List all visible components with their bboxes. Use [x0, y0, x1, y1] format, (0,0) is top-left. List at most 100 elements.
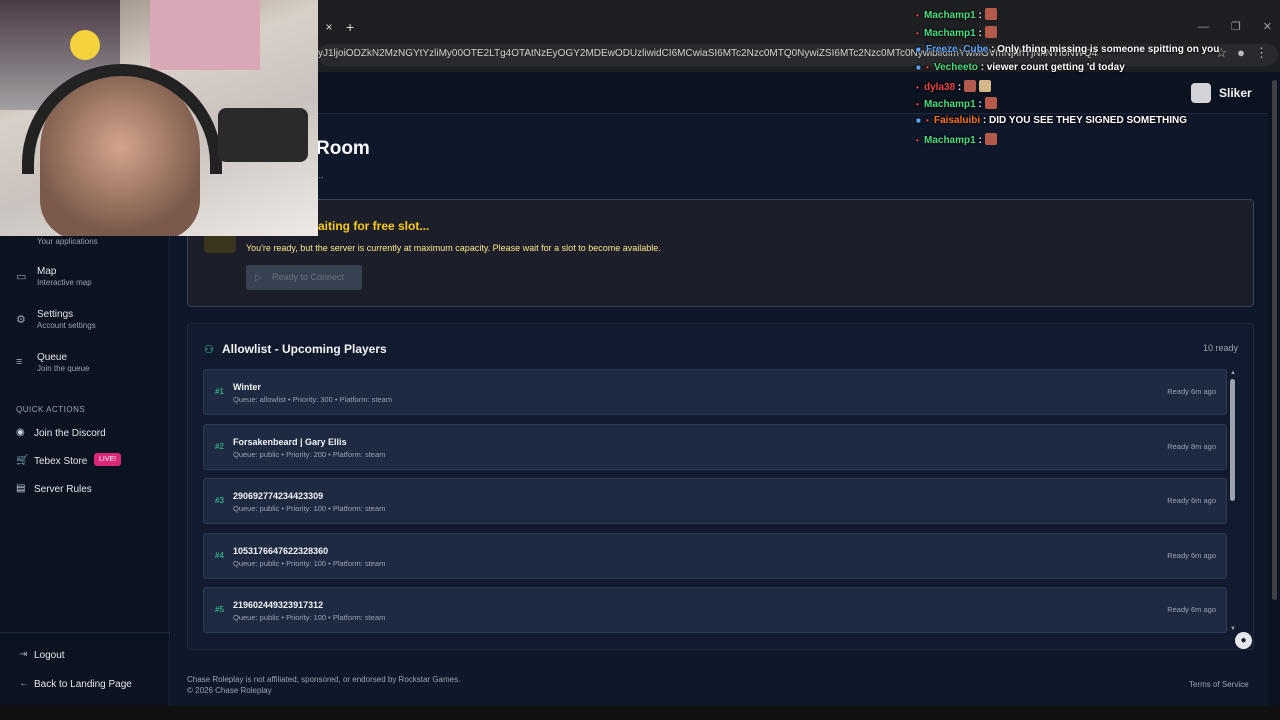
waiting-title: aiting for free slot... — [318, 219, 430, 233]
quick-action-server-rules[interactable]: ▤ Server Rules — [16, 483, 166, 499]
chat-text: : — [957, 82, 962, 93]
chat-dot-icon: • — [916, 83, 919, 92]
chat-dot-icon: • — [916, 100, 919, 109]
row-meta: Queue: public • Priority: 100 • Platform… — [233, 559, 386, 568]
scroll-up-icon[interactable]: ▲ — [1229, 370, 1237, 376]
menu-icon[interactable]: ⋮ — [1255, 45, 1268, 61]
row-rank: #2 — [215, 442, 224, 451]
chat-badge-icon: ■ — [916, 116, 921, 125]
chat-dot-icon: • — [926, 116, 929, 125]
row-player-name: 1053176647622328360 — [233, 546, 329, 556]
row-rank: #5 — [215, 605, 224, 614]
document-icon: ▤ — [16, 483, 26, 494]
emote-icon — [979, 80, 992, 92]
play-icon: ▷ — [255, 272, 262, 282]
quick-action-label: Server Rules — [34, 484, 92, 495]
chat-text: : — [978, 10, 982, 21]
sidebar-item-label: Queue — [37, 352, 68, 363]
sidebar-item-sub: Interactive map — [37, 278, 92, 287]
chat-text: : viewer count getting 'd today — [980, 62, 1125, 73]
ready-to-connect-button[interactable]: ▷ Ready to Connect — [246, 265, 362, 290]
row-meta: Queue: allowlist • Priority: 300 • Platf… — [233, 395, 393, 404]
table-row[interactable]: #3 290692774234423309 Queue: public • Pr… — [203, 478, 1227, 524]
table-row[interactable]: #5 219602449323917312 Queue: public • Pr… — [203, 587, 1227, 633]
row-player-name: 219602449323917312 — [233, 600, 324, 610]
quick-action-label: Tebex Store — [34, 456, 88, 467]
sidebar-item-queue[interactable]: ≡ Queue Join the queue — [16, 352, 166, 382]
maximize-icon[interactable]: ❐ — [1231, 14, 1241, 40]
logout-icon: ⇥ — [19, 649, 28, 660]
emote-icon — [984, 97, 997, 109]
back-to-landing-link[interactable]: ← Back to Landing Page — [19, 678, 169, 692]
chat-username: Machamp1 — [924, 135, 976, 146]
logout-label: Logout — [34, 650, 65, 661]
row-rank: #3 — [215, 496, 224, 505]
queue-scrollbar-thumb[interactable] — [1230, 379, 1235, 501]
logout-button[interactable]: ⇥ Logout — [19, 649, 169, 663]
chat-message: • dyla38 : — [916, 80, 992, 96]
quick-action-label: Join the Discord — [34, 428, 106, 439]
chat-text: : Only thing missing is someone spitting… — [991, 44, 1220, 55]
row-ready-time: Ready 6m ago — [1167, 387, 1216, 396]
cookie-icon: ● — [1240, 635, 1247, 646]
chat-username: Machamp1 — [924, 99, 976, 110]
chat-text: : DID YOU SEE THEY SIGNED SOMETHING — [982, 115, 1188, 126]
quick-action-tebex-store[interactable]: 🛒 Tebex Store LIVE! — [16, 453, 166, 471]
emote-icon — [964, 80, 977, 92]
page-scrollbar-thumb[interactable] — [1272, 80, 1277, 600]
quick-action-discord[interactable]: ◉ Join the Discord — [16, 427, 166, 443]
arrow-left-icon: ← — [19, 678, 29, 689]
table-row[interactable]: #1 Winter Queue: allowlist • Priority: 3… — [203, 369, 1227, 415]
sidebar-item-label: Settings — [37, 309, 74, 320]
sidebar-item-applications-sub[interactable]: Your applications — [37, 237, 98, 246]
row-ready-time: Ready 6m ago — [1167, 496, 1216, 505]
list-icon: ≡ — [16, 356, 23, 368]
quick-actions-heading: QUICK ACTIONS — [16, 405, 86, 414]
footer-disclaimer: Chase Roleplay is not affiliated, sponso… — [187, 675, 461, 684]
sidebar-item-sub: Account settings — [37, 321, 96, 330]
row-rank: #1 — [215, 387, 224, 396]
chat-text: : — [978, 99, 982, 110]
sidebar-item-label: Map — [37, 266, 57, 277]
close-window-icon[interactable]: ✕ — [1263, 14, 1272, 40]
back-to-landing-label: Back to Landing Page — [34, 679, 132, 690]
terms-of-service-link[interactable]: Terms of Service — [1189, 680, 1249, 689]
tab-close-button[interactable]: × — [318, 14, 340, 40]
chat-username: Freeze_Cube — [926, 44, 989, 55]
discord-icon: ◉ — [16, 427, 25, 438]
webcam-overlay — [0, 0, 318, 236]
page-title: Room — [316, 138, 370, 159]
profile-icon[interactable]: ● — [1237, 45, 1245, 61]
chat-username: dyla38 — [924, 82, 956, 93]
chat-username: Faisaluibi — [934, 115, 981, 126]
waiting-card — [187, 199, 1254, 307]
chat-message: ■ Freeze_Cube : Only thing missing is som… — [916, 44, 1219, 60]
bottom-strip — [0, 706, 1280, 720]
emote-icon — [984, 8, 997, 20]
row-rank: #4 — [215, 551, 224, 560]
chat-text: : — [978, 135, 982, 146]
sidebar-item-map[interactable]: ▭ Map Interactive map — [16, 266, 166, 296]
gear-icon: ⚙ — [16, 314, 26, 326]
chat-dot-icon: • — [916, 29, 919, 38]
emote-icon — [984, 133, 997, 145]
row-meta: Queue: public • Priority: 200 • Platform… — [233, 450, 386, 459]
live-badge: LIVE! — [94, 453, 122, 466]
scroll-down-icon[interactable]: ▼ — [1229, 626, 1237, 632]
cookie-settings-button[interactable]: ● — [1235, 632, 1252, 649]
chat-message: • Machamp1 : — [916, 8, 997, 24]
table-row[interactable]: #4 1053176647622328360 Queue: public • P… — [203, 533, 1227, 579]
ready-button-label: Ready to Connect — [272, 272, 345, 282]
queue-title: Allowlist - Upcoming Players — [222, 342, 387, 356]
webcam-poster — [150, 0, 260, 70]
table-row[interactable]: #2 Forsakenbeard | Gary Ellis Queue: pub… — [203, 424, 1227, 470]
chat-message: ■ • Faisaluibi : DID YOU SEE THEY SIGNED S… — [916, 115, 1187, 131]
chat-text: : — [978, 28, 982, 39]
row-player-name: Winter — [233, 382, 261, 392]
users-icon: ⚇ — [204, 344, 214, 356]
footer-copyright: © 2026 Chase Roleplay — [187, 686, 272, 695]
webcam-figure — [70, 30, 100, 60]
sidebar-item-settings[interactable]: ⚙ Settings Account settings — [16, 309, 166, 339]
map-icon: ▭ — [16, 271, 27, 283]
new-tab-button[interactable]: + — [346, 14, 360, 40]
